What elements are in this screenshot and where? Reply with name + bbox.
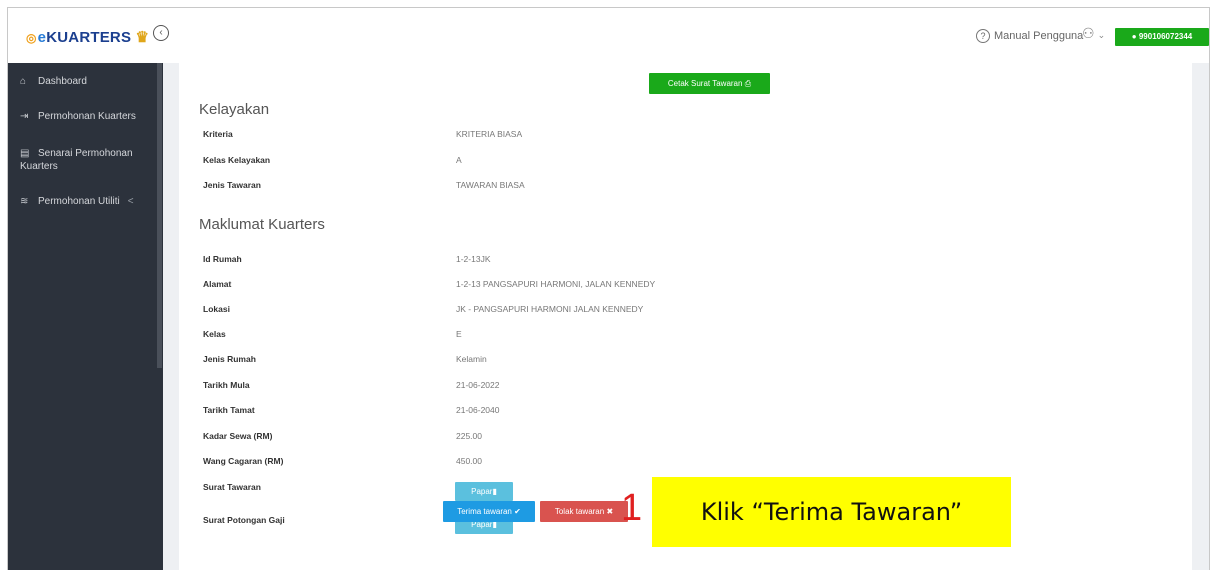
sidebar-item-label: Dashboard <box>38 76 87 87</box>
sidebar-item-senarai-permohonan[interactable]: ▤ Senarai Permohonan Kuarters <box>20 147 155 173</box>
detail-row: Kriteria KRITERIA BIASA <box>203 129 1163 143</box>
accept-offer-button[interactable]: Terima tawaran ✔ <box>443 501 535 522</box>
detail-label: Jenis Tawaran <box>203 180 261 190</box>
user-icon: ⚇ <box>1082 25 1095 41</box>
detail-label: Kadar Sewa (RM) <box>203 431 273 441</box>
detail-value: E <box>456 329 462 339</box>
logo-text: KUARTERS <box>46 29 132 46</box>
detail-row: Tarikh Mula 21-06-2022 <box>203 380 1163 394</box>
check-icon: ✔ <box>514 507 521 516</box>
annotation-step-number: 1 <box>621 487 643 529</box>
detail-label: Kriteria <box>203 129 233 139</box>
detail-label: Jenis Rumah <box>203 354 256 364</box>
detail-label: Alamat <box>203 279 232 289</box>
chevron-down-icon: ⌄ <box>1097 30 1106 40</box>
user-menu[interactable]: ⚇ ⌄ <box>1082 25 1105 42</box>
detail-value: 450.00 <box>456 456 482 466</box>
top-bar: ◎eKUARTERS ♛ ‹ ? Manual Pengguna ⚇ ⌄ ● 990… <box>8 8 1209 64</box>
reject-offer-label: Tolak tawaran <box>554 507 605 516</box>
list-icon: ▤ <box>20 148 30 159</box>
sidebar-item-permohonan-kuarters[interactable]: ⇥ Permohonan Kuarters <box>20 110 155 123</box>
home-icon: ⌂ <box>20 76 27 87</box>
manual-link[interactable]: ? Manual Pengguna <box>976 29 1083 43</box>
detail-label: Wang Cagaran (RM) <box>203 456 284 466</box>
section-title-maklumat-kuarters: Maklumat Kuarters <box>199 216 325 233</box>
detail-value: A <box>456 155 462 165</box>
sidebar-item-label: Permohonan Kuarters <box>38 111 136 122</box>
print-offer-label: Cetak Surat Tawaran <box>667 79 743 88</box>
detail-value: 225.00 <box>456 431 482 441</box>
detail-label: Lokasi <box>203 304 230 314</box>
detail-label: Tarikh Mula <box>203 380 250 390</box>
detail-label: Tarikh Tamat <box>203 405 255 415</box>
view-surat-tawaran-button[interactable]: Papar▮ <box>455 482 513 501</box>
app-window: ◎eKUARTERS ♛ ‹ ? Manual Pengguna ⚇ ⌄ ● 990… <box>7 7 1210 570</box>
sidebar: ⌂ Dashboard ⇥ Permohonan Kuarters ▤ Senarai… <box>8 63 163 570</box>
detail-row: Tarikh Tamat 21-06-2040 <box>203 405 1163 419</box>
detail-value: 21-06-2040 <box>456 405 500 415</box>
detail-value: 1-2-13 PANGSAPURI HARMONI, JALAN KENNEDY <box>456 279 656 289</box>
detail-row: Lokasi JK - PANGSAPURI HARMONI JALAN KEN… <box>203 304 1163 318</box>
detail-value: 21-06-2022 <box>456 380 500 390</box>
detail-value: Kelamin <box>456 354 487 364</box>
detail-label: Surat Potongan Gaji <box>203 515 285 525</box>
detail-row: Jenis Rumah Kelamin <box>203 354 1163 368</box>
help-icon: ? <box>976 29 990 43</box>
detail-row: Kelas Kelayakan A <box>203 155 1163 169</box>
section-title-kelayakan: Kelayakan <box>199 101 270 118</box>
app-logo[interactable]: ◎eKUARTERS ♛ <box>26 28 149 46</box>
detail-label: Kelas <box>203 329 226 339</box>
chevron-left-icon: < <box>127 196 134 207</box>
print-offer-button[interactable]: Cetak Surat Tawaran ⎙ <box>649 73 770 94</box>
accept-offer-label: Terima tawaran <box>457 507 512 516</box>
sidebar-scrollbar[interactable] <box>157 63 162 368</box>
detail-label: Kelas Kelayakan <box>203 155 271 165</box>
view-button-label: Papar <box>471 487 493 496</box>
detail-row: Wang Cagaran (RM) 450.00 <box>203 456 1163 470</box>
detail-value: KRITERIA BIASA <box>456 129 523 139</box>
detail-label: Surat Tawaran <box>203 482 261 492</box>
sidebar-item-label: Permohonan Utiliti <box>38 196 120 207</box>
sidebar-toggle-icon[interactable]: ‹ <box>153 25 169 41</box>
printer-icon: ⎙ <box>744 79 752 88</box>
crest-icon: ♛ <box>135 29 150 46</box>
detail-value: 1-2-13JK <box>456 254 491 264</box>
sidebar-item-label: Senarai Permohonan Kuarters <box>20 148 133 172</box>
detail-row: Kelas E <box>203 329 1163 343</box>
sidebar-item-permohonan-utiliti[interactable]: ≋ Permohonan Utiliti < <box>20 195 155 208</box>
detail-value: TAWARAN BIASA <box>456 180 525 190</box>
reject-offer-button[interactable]: Tolak tawaran ✖ <box>540 501 628 522</box>
logo-prefix: e <box>37 29 47 46</box>
detail-row: Kadar Sewa (RM) 225.00 <box>203 431 1163 445</box>
detail-label: Id Rumah <box>203 254 242 264</box>
file-icon: ▮ <box>492 487 497 496</box>
enter-icon: ⇥ <box>20 111 29 122</box>
sidebar-item-dashboard[interactable]: ⌂ Dashboard <box>20 75 155 88</box>
close-icon: ✖ <box>606 507 614 516</box>
manual-label: Manual Pengguna <box>994 30 1084 42</box>
detail-row: Jenis Tawaran TAWARAN BIASA <box>203 180 1163 194</box>
user-circle-icon: ● <box>1131 32 1137 41</box>
annotation-callout: Klik “Terima Tawaran” <box>652 477 1011 547</box>
layers-icon: ≋ <box>20 196 29 207</box>
detail-row: Id Rumah 1-2-13JK <box>203 254 1163 268</box>
user-id-button[interactable]: ● 990106072344 <box>1115 28 1209 46</box>
detail-row: Alamat 1-2-13 PANGSAPURI HARMONI, JALAN … <box>203 279 1163 293</box>
detail-value: JK - PANGSAPURI HARMONI JALAN KENNEDY <box>456 304 644 314</box>
user-id-label: 990106072344 <box>1138 32 1193 41</box>
logo-swirl-icon: ◎ <box>26 31 37 45</box>
